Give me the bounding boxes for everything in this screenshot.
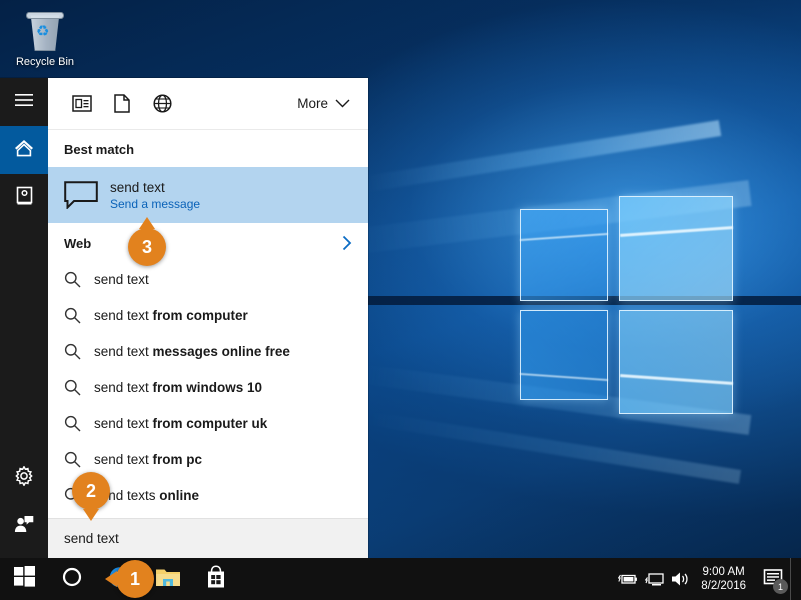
search-input[interactable] [64,531,352,546]
search-magnifier-icon [64,415,94,432]
web-suggestion-item[interactable]: send text from windows 10 [48,369,368,405]
wallpaper-light-ray [363,120,722,193]
start-button[interactable] [0,558,48,600]
cortana-taskbar-button[interactable] [48,558,96,600]
web-suggestion-item[interactable]: send text from computer uk [48,405,368,441]
callout-marker-3: 3 [128,217,166,266]
sidebar-item-home[interactable] [0,126,48,174]
chevron-down-icon [335,96,350,111]
callout-number: 3 [141,236,152,257]
callout-number: 2 [85,480,96,501]
logo-pane-bottom-left [520,310,608,400]
network-icon[interactable] [641,558,667,600]
results-list: Best match send text Send a message Web [48,130,368,518]
cortana-left-rail [0,78,48,558]
hamburger-menu-button[interactable] [0,78,48,126]
callout-marker-2: 2 [72,472,110,521]
speech-bubble-icon [64,181,98,210]
web-suggestion-text: send text [94,271,149,287]
best-match-subtitle: Send a message [110,196,201,211]
logo-pane-top-right [619,196,733,301]
store-icon [205,564,227,594]
web-suggestion-text: send text from computer uk [94,415,268,431]
web-suggestion-text: send text messages online free [94,343,290,359]
action-center-badge: 1 [773,579,788,594]
search-magnifier-icon [64,307,94,324]
desktop: ♻ Recycle Bin More Best match send text … [0,0,801,600]
clock-time: 9:00 AM [702,566,745,578]
feedback-icon [14,515,34,538]
search-box[interactable] [48,518,368,558]
clock[interactable]: 9:00 AM 8/2/2016 [693,565,756,593]
show-desktop-button[interactable] [790,558,797,600]
logo-pane-top-left [520,209,608,301]
folder-icon [155,566,181,593]
best-match-row[interactable]: send text Send a message [48,167,368,223]
battery-icon[interactable] [615,558,641,600]
action-center-button[interactable]: 1 [756,558,790,600]
search-filter-toolbar: More [48,78,368,130]
sidebar-item-feedback[interactable] [0,502,48,550]
apps-filter-icon[interactable] [62,84,102,124]
taskbar-app-store[interactable] [192,558,240,600]
callout-number: 1 [129,568,140,589]
recycle-bin-desktop-icon[interactable]: ♻ Recycle Bin [8,8,82,68]
gear-icon [14,464,34,491]
sidebar-item-notebook[interactable] [0,174,48,222]
web-suggestion-item[interactable]: send text [48,261,368,297]
web-suggestion-item[interactable]: send text messages online free [48,333,368,369]
web-suggestion-text: send text from pc [94,451,203,467]
search-magnifier-icon [64,271,94,288]
more-label: More [297,96,328,111]
chevron-right-icon[interactable] [342,235,352,251]
notebook-icon [15,186,34,211]
start-icon [13,566,35,592]
web-heading: Web [48,223,368,261]
clock-date: 8/2/2016 [701,580,746,592]
cortana-circle-icon [62,567,82,592]
best-match-heading: Best match [64,142,135,157]
home-icon [14,138,34,162]
logo-pane-bottom-right [619,310,733,414]
search-magnifier-icon [64,379,94,396]
callout-marker-1: 1 [105,560,154,598]
web-suggestion-text: send text from computer [94,307,248,323]
search-magnifier-icon [64,343,94,360]
web-suggestion-item[interactable]: send text from computer [48,297,368,333]
recycle-bin-label: Recycle Bin [15,56,75,68]
system-tray: 9:00 AM 8/2/2016 1 [615,558,801,600]
recycle-bin-icon: ♻ [24,12,66,52]
web-suggestion-text: send text from windows 10 [94,379,263,395]
document-filter-icon[interactable] [102,84,142,124]
globe-filter-icon[interactable] [142,84,182,124]
sidebar-item-settings[interactable] [0,454,48,502]
search-magnifier-icon [64,451,94,468]
hamburger-icon [15,93,33,112]
best-match-text: send text Send a message [110,180,200,211]
volume-icon[interactable] [667,558,693,600]
more-button[interactable]: More [297,96,354,111]
web-suggestion-item[interactable]: send text from pc [48,441,368,477]
best-match-title: send text [110,179,165,195]
cortana-search-panel: More Best match send text Send a message… [0,78,368,558]
windows-logo-graphic [520,190,750,420]
